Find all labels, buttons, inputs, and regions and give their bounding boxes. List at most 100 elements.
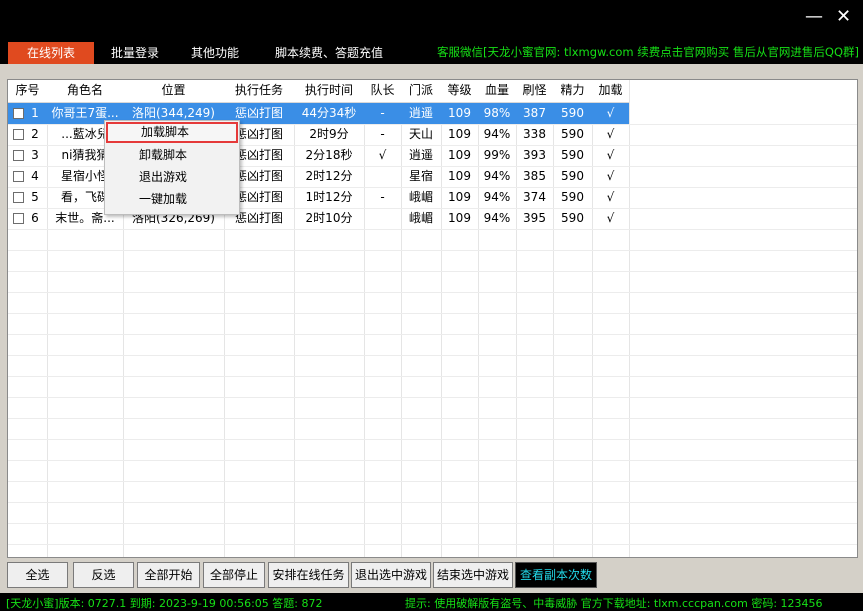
cell-loaded: √ [606, 106, 615, 120]
row-divider [8, 523, 857, 524]
end-selected-game-button[interactable]: 结束选中游戏 [433, 562, 513, 588]
start-all-button[interactable]: 全部开始 [137, 562, 200, 588]
cell-time: 44分34秒 [301, 106, 357, 120]
invert-selection-button[interactable]: 反选 [73, 562, 134, 588]
row-checkbox[interactable] [13, 129, 24, 140]
tab-online-list[interactable]: 在线列表 [8, 42, 94, 64]
menu-item-exit-game[interactable]: 退出游戏 [106, 167, 238, 188]
col-header-sect[interactable]: 门派 [401, 80, 441, 101]
col-header-energy[interactable]: 精力 [553, 80, 592, 101]
cell-sect: 逍遥 [408, 106, 433, 120]
cell-loaded: √ [606, 190, 615, 204]
cell-leader [364, 208, 401, 229]
table-row[interactable]: 1 你哥王7蛋... 洛阳(344,249) 惩凶打图 44分34秒 - 逍遥 109 98% 3… [8, 103, 629, 124]
col-header-task[interactable]: 执行任务 [224, 80, 294, 101]
cell-leader: - [380, 127, 385, 141]
row-checkbox[interactable] [13, 213, 24, 224]
row-divider [8, 355, 857, 356]
row-index: 3 [31, 148, 39, 162]
status-tip: 提示: 使用破解版有盗号、中毒威胁 官方下载地址: tlxm.cccpan.co… [405, 597, 823, 610]
stop-all-button[interactable]: 全部停止 [203, 562, 265, 588]
col-header-location[interactable]: 位置 [123, 80, 224, 101]
version-info: [天龙小蜜]版本: 0727.1 到期: 2023-9-19 00:56:05 … [6, 597, 323, 610]
tab-batch-login[interactable]: 批量登录 [100, 42, 170, 64]
menu-item-load-all[interactable]: 一键加载 [106, 189, 238, 210]
col-header-hp[interactable]: 血量 [478, 80, 516, 101]
cell-hp: 98% [483, 106, 511, 120]
cell-leader: √ [378, 148, 387, 162]
cell-kills: 387 [523, 106, 546, 120]
cell-energy: 590 [561, 127, 584, 141]
row-divider [8, 418, 857, 419]
row-divider [8, 481, 857, 482]
cell-leader: - [380, 106, 385, 120]
col-header-kills[interactable]: 刷怪 [516, 80, 553, 101]
cell-kills: 374 [523, 190, 546, 204]
cell-energy: 590 [561, 211, 584, 225]
cell-sect: 峨嵋 [408, 190, 433, 204]
row-index: 5 [31, 190, 39, 204]
row-divider [8, 250, 857, 251]
exit-selected-game-button[interactable]: 退出选中游戏 [351, 562, 431, 588]
row-divider [8, 502, 857, 503]
row-divider [8, 439, 857, 440]
cell-energy: 590 [561, 148, 584, 162]
col-header-name[interactable]: 角色名 [47, 80, 123, 101]
row-divider [8, 334, 857, 335]
view-dungeon-count-button[interactable]: 查看副本次数 [515, 562, 597, 588]
row-divider [8, 313, 857, 314]
row-checkbox[interactable] [13, 192, 24, 203]
cell-time: 2时9分 [309, 127, 349, 141]
col-header-index[interactable]: 序号 [8, 80, 47, 101]
row-divider [8, 460, 857, 461]
cell-time: 2分18秒 [305, 148, 353, 162]
cell-time: 2时12分 [305, 169, 353, 183]
cell-hp: 99% [483, 148, 511, 162]
cell-hp: 94% [483, 127, 511, 141]
cell-hp: 94% [483, 211, 511, 225]
cell-kills: 393 [523, 148, 546, 162]
cell-leader [364, 166, 401, 187]
cell-loaded: √ [606, 148, 615, 162]
cell-level: 109 [448, 106, 471, 120]
support-notice: 客服微信[天龙小蜜官网: tlxmgw.com 续费点击官网购买 售后从官网进售… [437, 45, 859, 59]
cell-kills: 395 [523, 211, 546, 225]
row-checkbox[interactable] [13, 108, 24, 119]
cell-hp: 94% [483, 190, 511, 204]
cell-loaded: √ [606, 127, 615, 141]
cell-time: 2时10分 [305, 211, 353, 225]
col-header-level[interactable]: 等级 [441, 80, 478, 101]
cell-sect: 峨嵋 [408, 211, 433, 225]
context-menu: 加载脚本 卸载脚本 退出游戏 一键加载 [104, 120, 240, 215]
schedule-online-task-button[interactable]: 安排在线任务 [268, 562, 349, 588]
cell-sect: 逍遥 [408, 148, 433, 162]
cell-energy: 590 [561, 106, 584, 120]
select-all-button[interactable]: 全选 [7, 562, 68, 588]
menu-item-load-script[interactable]: 加载脚本 [106, 122, 238, 143]
close-button[interactable]: ✕ [836, 6, 851, 28]
cell-loaded: √ [606, 169, 615, 183]
cell-kills: 338 [523, 127, 546, 141]
tab-other-functions[interactable]: 其他功能 [180, 42, 250, 64]
cell-sect: 星宿 [408, 169, 433, 183]
col-header-loaded[interactable]: 加载 [592, 80, 629, 101]
row-divider [8, 271, 857, 272]
cell-loaded: √ [606, 211, 615, 225]
cell-hp: 94% [483, 169, 511, 183]
row-checkbox[interactable] [13, 171, 24, 182]
row-divider [8, 376, 857, 377]
menu-item-unload-script[interactable]: 卸载脚本 [106, 145, 238, 166]
cell-energy: 590 [561, 190, 584, 204]
row-divider [8, 397, 857, 398]
tab-renewal-recharge[interactable]: 脚本续费、答题充值 [265, 42, 393, 64]
cell-level: 109 [448, 190, 471, 204]
cell-level: 109 [448, 169, 471, 183]
col-header-time[interactable]: 执行时间 [294, 80, 364, 101]
cell-level: 109 [448, 211, 471, 225]
row-divider [8, 292, 857, 293]
row-index: 4 [31, 169, 39, 183]
minimize-button[interactable]: — [805, 6, 823, 28]
row-index: 2 [31, 127, 39, 141]
col-header-leader[interactable]: 队长 [364, 80, 401, 101]
row-checkbox[interactable] [13, 150, 24, 161]
